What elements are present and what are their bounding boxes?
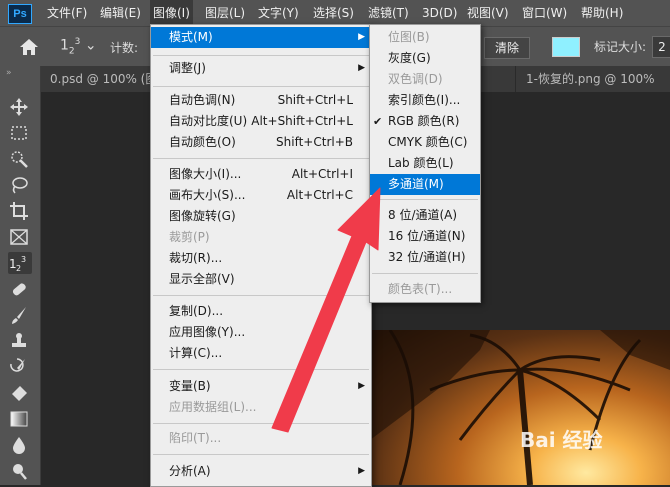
annotation-arrow-icon (271, 187, 381, 433)
